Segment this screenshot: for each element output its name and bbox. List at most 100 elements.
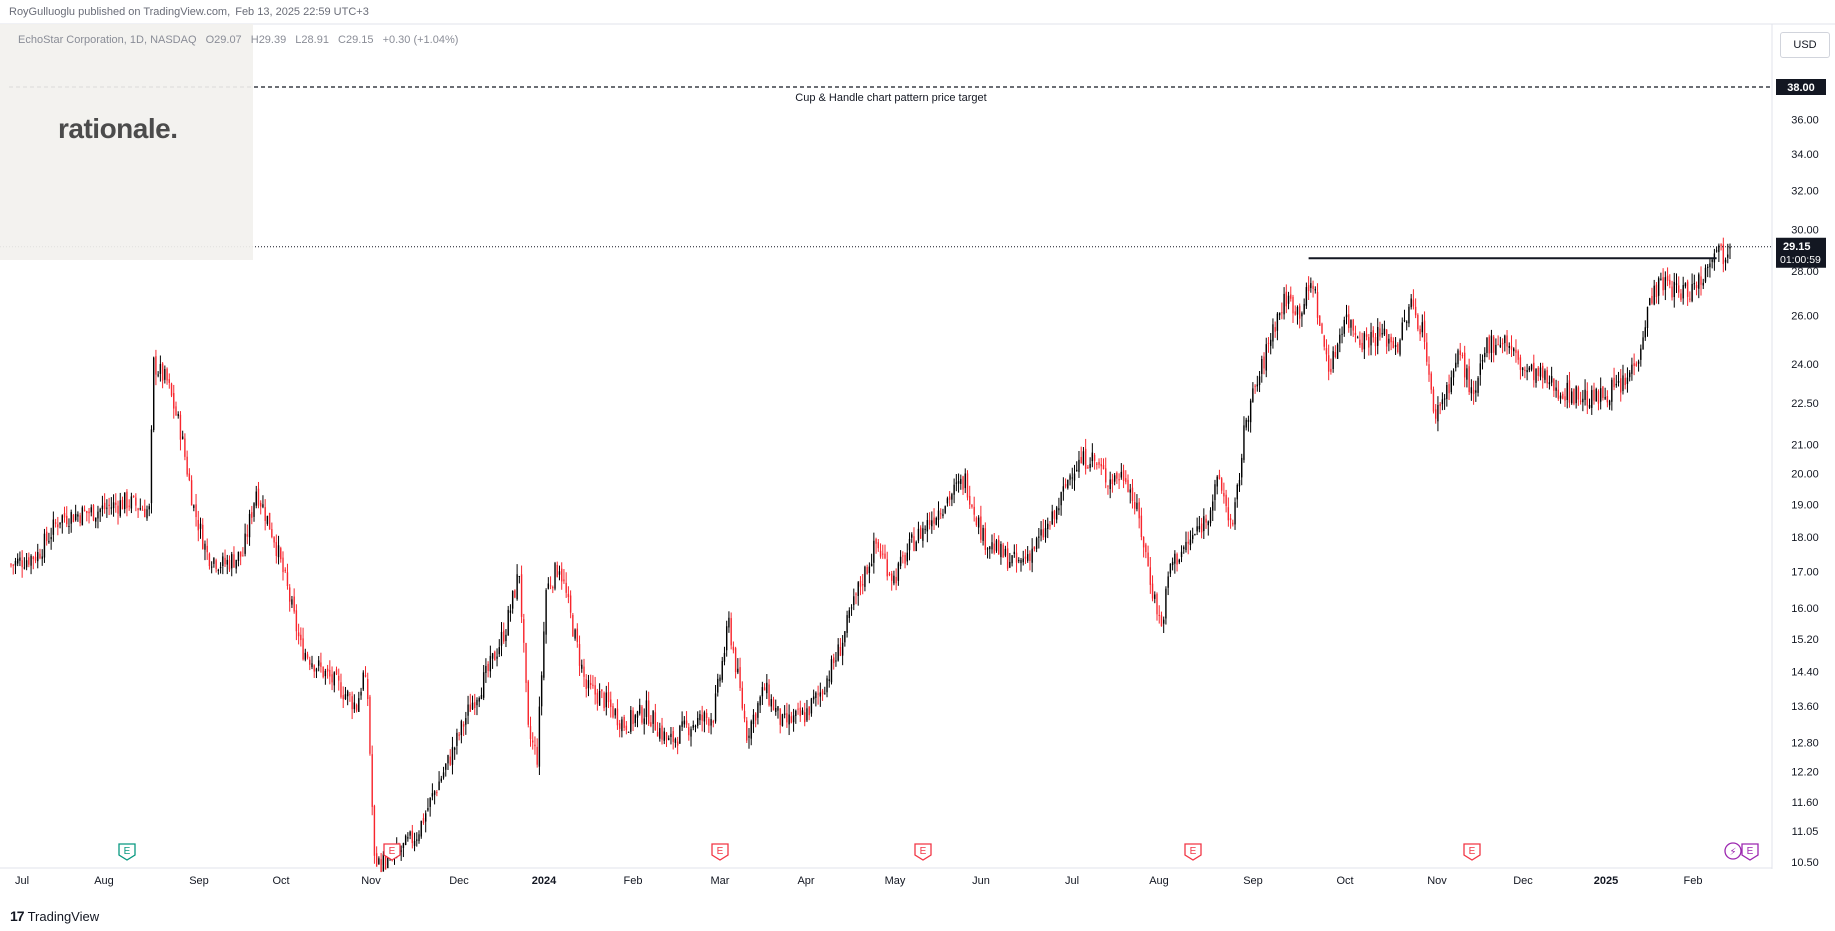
candle-body [1073, 473, 1076, 481]
candle-body [815, 692, 817, 698]
candle-body [676, 741, 679, 746]
overlays: Cup & Handle chart pattern price target 3… [0, 79, 1826, 268]
candle-body [1461, 355, 1464, 357]
candle-body [271, 529, 273, 537]
candle-body [280, 548, 282, 560]
earnings-marker[interactable]: E [914, 843, 932, 861]
candle-body [1138, 502, 1140, 519]
candle-body [1122, 470, 1125, 481]
candle-body [672, 731, 674, 742]
candle-body [217, 569, 220, 571]
candle-body [951, 494, 953, 500]
candle-body [659, 728, 661, 739]
candle-body [235, 559, 237, 569]
candle-body [1497, 344, 1499, 346]
candle-body [1441, 399, 1444, 405]
candle-body [1026, 554, 1029, 561]
candle-body [317, 660, 320, 666]
candle-body [1298, 305, 1301, 319]
candle-body [179, 414, 182, 440]
candle-body [1154, 594, 1156, 599]
candle-body [371, 754, 373, 807]
candle-body [193, 505, 195, 508]
candle-body [369, 696, 371, 754]
candle-body [1448, 384, 1450, 394]
candle-body [1557, 389, 1560, 399]
candle-body [242, 555, 244, 557]
candle-body [1729, 246, 1731, 249]
candle-body [353, 702, 356, 710]
candle-body [340, 682, 342, 698]
candle-body [890, 573, 893, 581]
candle-body [647, 700, 650, 724]
candle-body [529, 726, 532, 739]
publisher-line: RoyGulluoglu published on TradingView.co… [9, 6, 369, 18]
candle-body [804, 712, 806, 723]
candle-body [694, 725, 697, 727]
candle-body [304, 652, 307, 660]
currency-button[interactable]: USD [1780, 32, 1830, 58]
candle-body [1263, 356, 1265, 369]
candle-body [993, 543, 995, 553]
candle-body [231, 554, 233, 569]
dividend-marker[interactable]: ⚡ [1724, 842, 1742, 860]
candle-body [520, 574, 523, 617]
earnings-marker[interactable]: E [1184, 843, 1202, 861]
symbol-legend[interactable]: EchoStar Corporation, 1D, NASDAQ O29.07 … [18, 34, 458, 46]
price-chart[interactable]: Cup & Handle chart pattern price target 3… [0, 0, 1835, 931]
tradingview-footer[interactable]: 17 TradingView [10, 908, 99, 924]
candle-body [1142, 536, 1145, 548]
candle-body [1352, 319, 1354, 331]
candle-body [1727, 254, 1729, 258]
candle-body [828, 679, 830, 681]
candle-body [810, 698, 813, 714]
candle-body [1040, 529, 1042, 536]
candle-body [1564, 396, 1566, 401]
candle-body [523, 619, 525, 643]
earnings-marker[interactable]: E [1463, 843, 1481, 861]
candle-body [864, 566, 866, 587]
candle-body [61, 515, 63, 523]
candle-body [1599, 388, 1602, 402]
earnings-marker-label: E [717, 846, 724, 857]
candle-body [1526, 370, 1528, 373]
tradingview-brand: TradingView [27, 908, 100, 924]
candle-body [1711, 259, 1713, 262]
candle-body [1267, 342, 1270, 344]
candle-body [558, 571, 561, 575]
candle-body [190, 480, 193, 506]
candle-body [226, 559, 228, 565]
candle-body [766, 682, 768, 694]
candle-body [1484, 352, 1486, 358]
earnings-marker[interactable]: E [1741, 843, 1759, 861]
candle-body [12, 564, 14, 566]
candle-body [799, 707, 801, 717]
candle-body [1466, 368, 1468, 380]
event-markers: E E E E E E E ⚡ [118, 842, 1759, 861]
candle-body [251, 512, 253, 518]
earnings-marker[interactable]: E [383, 843, 401, 861]
earnings-marker[interactable]: E [118, 843, 136, 861]
candle-body [877, 542, 880, 549]
candle-body [1174, 553, 1176, 564]
candle-body [349, 694, 351, 696]
candle-body [527, 681, 529, 725]
candle-body [32, 556, 34, 560]
candle-body [1116, 472, 1118, 479]
candle-body [692, 724, 694, 728]
candle-body [1140, 515, 1143, 538]
candle-body [935, 517, 937, 525]
candle-body [146, 509, 148, 519]
candle-body [1626, 377, 1629, 384]
candle-body [855, 593, 857, 595]
candle-body [375, 853, 378, 867]
candle-body [654, 712, 657, 731]
candle-body [1169, 563, 1172, 574]
candle-body [23, 567, 26, 569]
candle-body [1669, 279, 1671, 285]
candle-body [1281, 312, 1283, 314]
candle-body [124, 492, 126, 510]
candle-body [30, 555, 32, 566]
candle-body [150, 429, 153, 504]
earnings-marker[interactable]: E [711, 843, 729, 861]
